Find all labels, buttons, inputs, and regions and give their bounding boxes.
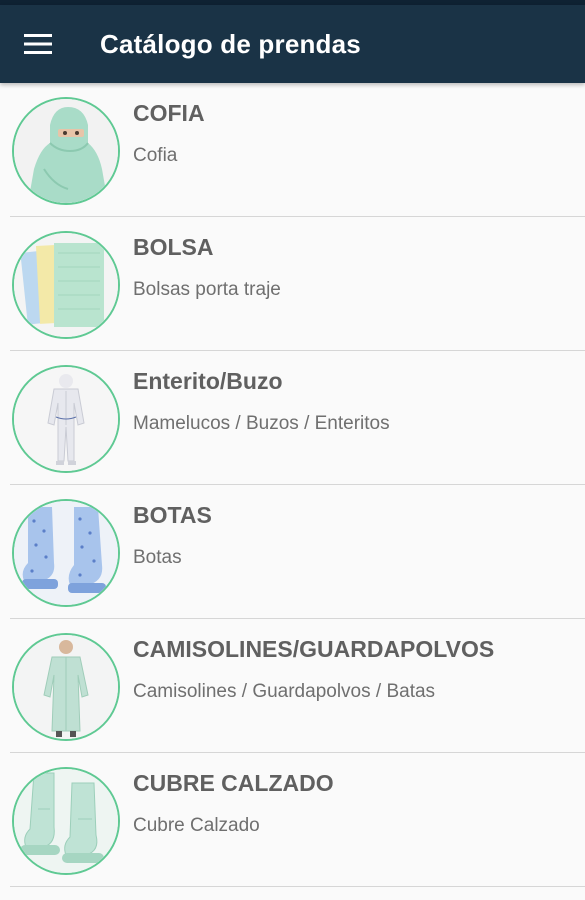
boots-image (12, 499, 120, 607)
list-item-cofia[interactable]: COFIA Cofia (0, 83, 585, 217)
menu-button[interactable] (0, 5, 76, 83)
item-title: COFIA (133, 100, 205, 126)
hood-garment-image (12, 97, 120, 205)
item-title: BOLSA (133, 234, 214, 260)
list-item-botas[interactable]: BOTAS Botas (0, 485, 585, 619)
item-subtitle: Bolsas porta traje (133, 279, 281, 300)
item-title: BOTAS (133, 502, 212, 528)
list-item-enterito[interactable]: Enterito/Buzo Mamelucos / Buzos / Enteri… (0, 351, 585, 485)
list-item-bolsa[interactable]: BOLSA Bolsas porta traje (0, 217, 585, 351)
page-title: Catálogo de prendas (100, 28, 361, 59)
item-subtitle: Cofia (133, 145, 178, 166)
item-title: Enterito/Buzo (133, 368, 283, 394)
hamburger-menu-icon (24, 34, 52, 54)
garment-list: COFIA Cofia BOLSA Bolsas porta traje Ent… (0, 83, 585, 887)
item-subtitle: Camisolines / Guardapolvos / Batas (133, 681, 436, 702)
garment-bags-image (12, 231, 120, 339)
app-bar: Catálogo de prendas (0, 5, 585, 83)
list-item-cubre-calzado[interactable]: CUBRE CALZADO Cubre Calzado (0, 753, 585, 887)
coverall-suit-image (12, 365, 120, 473)
item-title: CUBRE CALZADO (133, 770, 334, 796)
shoe-covers-image (12, 767, 120, 875)
item-subtitle: Botas (133, 547, 182, 568)
item-subtitle: Mamelucos / Buzos / Enteritos (133, 413, 390, 434)
list-item-camisolines[interactable]: CAMISOLINES/GUARDAPOLVOS Camisolines / G… (0, 619, 585, 753)
item-subtitle: Cubre Calzado (133, 815, 260, 836)
item-title: CAMISOLINES/GUARDAPOLVOS (133, 636, 495, 662)
gown-image (12, 633, 120, 741)
